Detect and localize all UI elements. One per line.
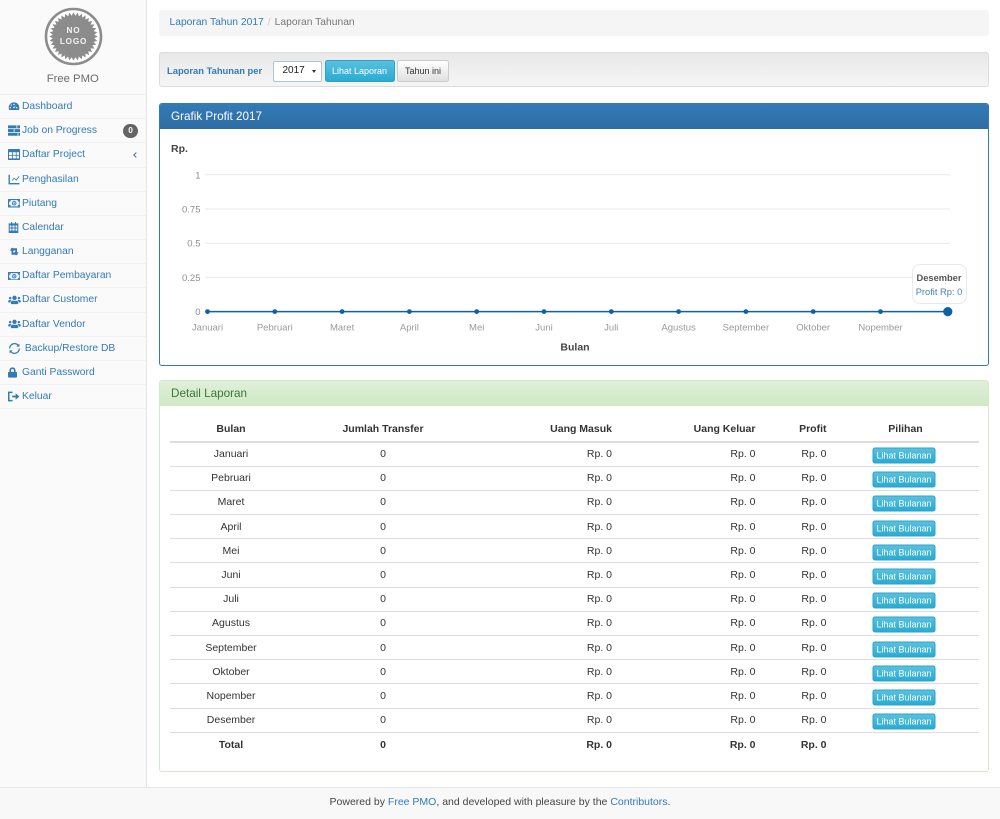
svg-text:0.25: 0.25 [182, 273, 201, 284]
svg-text:Agustus: Agustus [661, 323, 696, 334]
svg-text:April: April [399, 323, 418, 334]
svg-text:1: 1 [195, 170, 200, 181]
svg-text:LOGO: LOGO [60, 37, 87, 46]
svg-text:NO: NO [67, 26, 81, 35]
svg-text:Oktober: Oktober [796, 323, 830, 334]
svg-text:Juli: Juli [604, 323, 618, 334]
svg-text:Nopember: Nopember [858, 323, 902, 334]
svg-text:Mei: Mei [469, 323, 484, 334]
svg-text:0: 0 [195, 307, 200, 318]
svg-text:0.5: 0.5 [187, 239, 200, 250]
svg-text:Juni: Juni [535, 323, 552, 334]
svg-text:Januari: Januari [191, 323, 222, 334]
svg-text:Bulan: Bulan [560, 342, 589, 354]
svg-text:Maret: Maret [329, 323, 354, 334]
svg-text:0.75: 0.75 [182, 205, 201, 216]
svg-text:Pebruari: Pebruari [256, 323, 292, 334]
svg-text:September: September [722, 323, 768, 334]
